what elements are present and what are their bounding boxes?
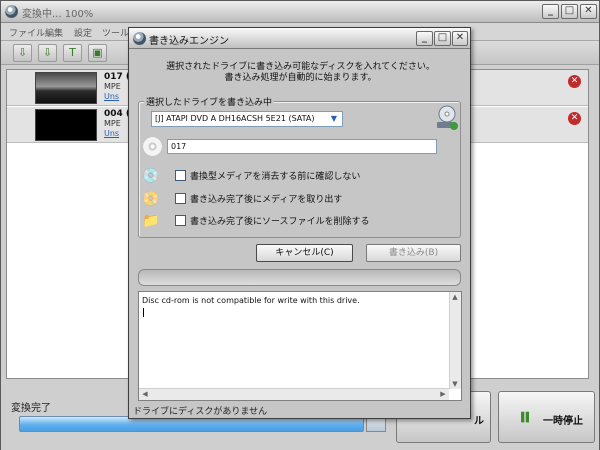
pause-button[interactable]: ⏸ 一時停止: [498, 391, 595, 443]
remove-file-icon[interactable]: ✕: [568, 112, 581, 125]
dialog-instruction: 選択されたドライブに書き込み可能なディスクを入れてください。 書き込み処理が自動…: [129, 62, 472, 84]
drive-group: 選択したドライブを書き込み中 [J] ATAPI DVD A DH16ACSH …: [138, 95, 462, 238]
pause-label: 一時停止: [543, 416, 583, 427]
main-window-title: 変換中... 100%: [22, 9, 94, 20]
log-textarea[interactable]: Disc cd-rom is not compatible for write …: [138, 291, 462, 401]
text-tool-icon[interactable]: T: [63, 44, 82, 62]
option-label: 書換型メディアを消去する前に確認しない: [190, 172, 361, 182]
chevron-down-icon[interactable]: ▼: [328, 114, 340, 124]
instruction-line: 書き込み処理が自動的に始まります。: [224, 73, 377, 83]
import-icon[interactable]: ⇩: [38, 44, 57, 62]
video-thumbnail: [35, 109, 97, 141]
burn-progress-bar: [138, 269, 461, 286]
disc-burner-icon: [437, 105, 458, 130]
instruction-line: 選択されたドライブに書き込み可能なディスクを入れてください。: [166, 62, 435, 72]
text-caret: [143, 308, 144, 317]
dialog-title: 書き込みエンジン: [149, 36, 229, 47]
scroll-down-icon[interactable]: ▼: [450, 380, 460, 388]
remove-file-icon[interactable]: ✕: [568, 75, 581, 88]
close-button[interactable]: ✕: [580, 4, 597, 19]
file-link[interactable]: Uns: [104, 92, 119, 101]
horizontal-scrollbar[interactable]: ◀ ▶: [139, 388, 449, 400]
burn-engine-dialog: 書き込みエンジン _ □ ✕ 選択されたドライブに書き込み可能なディスクを入れて…: [128, 27, 471, 419]
drive-select-value: [J] ATAPI DVD A DH16ACSH 5E21 (SATA): [155, 114, 315, 123]
erase-disc-icon: 💿: [142, 168, 160, 184]
disc-label-input[interactable]: 017: [167, 139, 437, 154]
menu-file[interactable]: ファイル: [9, 26, 45, 39]
delete-source-checkbox[interactable]: [175, 215, 186, 226]
disc-icon: [143, 137, 162, 156]
option-row: 📀 書き込み完了後にメディアを取り出す: [142, 189, 462, 209]
option-label: 書き込み完了後にソースファイルを削除する: [190, 217, 370, 227]
drive-select[interactable]: [J] ATAPI DVD A DH16ACSH 5E21 (SATA) ▼: [151, 111, 343, 127]
dialog-status-text: ドライブにディスクがありません: [133, 407, 268, 417]
pause-icon: ⏸: [518, 402, 532, 432]
option-row: 📁 書き込み完了後にソースファイルを削除する: [142, 211, 462, 231]
burn-button[interactable]: 書き込み(B): [366, 244, 461, 262]
maximize-button[interactable]: □: [561, 4, 578, 19]
option-row: 💿 書換型メディアを消去する前に確認しない: [142, 166, 462, 186]
scroll-left-icon[interactable]: ◀: [140, 390, 150, 398]
cancel-button[interactable]: キャンセル(C): [256, 244, 353, 262]
file-link[interactable]: Uns: [104, 129, 119, 138]
eject-after-burn-checkbox[interactable]: [175, 193, 186, 204]
file-format: MPE: [104, 82, 121, 91]
vertical-scrollbar[interactable]: ▲ ▼: [449, 292, 461, 389]
conversion-status: 変換完了: [11, 403, 51, 414]
drive-group-label: 選択したドライブを書き込み中: [144, 95, 275, 108]
dialog-maximize-button[interactable]: □: [434, 31, 451, 46]
log-text: Disc cd-rom is not compatible for write …: [142, 296, 360, 305]
add-file-icon[interactable]: ⇩: [13, 44, 32, 62]
menu-settings[interactable]: 設定: [74, 26, 92, 39]
main-titlebar: 変換中... 100% _ □ ✕: [1, 1, 599, 23]
eject-media-icon: 📀: [142, 191, 160, 207]
video-thumbnail: [35, 72, 97, 104]
dialog-minimize-button[interactable]: _: [416, 31, 433, 46]
minimize-button[interactable]: _: [542, 4, 559, 19]
menu-edit[interactable]: 編集: [45, 26, 63, 39]
cancel-conversion-label: ル: [474, 416, 484, 427]
option-label: 書き込み完了後にメディアを取り出す: [190, 195, 343, 205]
menu-tools[interactable]: ツール: [102, 26, 129, 39]
tool-icon[interactable]: ▣: [88, 44, 107, 62]
dialog-titlebar: 書き込みエンジン _ □ ✕: [129, 28, 470, 49]
no-confirm-erase-checkbox[interactable]: [175, 170, 186, 181]
app-icon: [133, 32, 146, 45]
app-icon: [5, 5, 18, 18]
delete-source-icon: 📁: [142, 213, 160, 229]
scroll-right-icon[interactable]: ▶: [438, 390, 448, 398]
dialog-close-button[interactable]: ✕: [452, 31, 468, 46]
scroll-up-icon[interactable]: ▲: [450, 293, 460, 301]
file-format: MPE: [104, 119, 121, 128]
